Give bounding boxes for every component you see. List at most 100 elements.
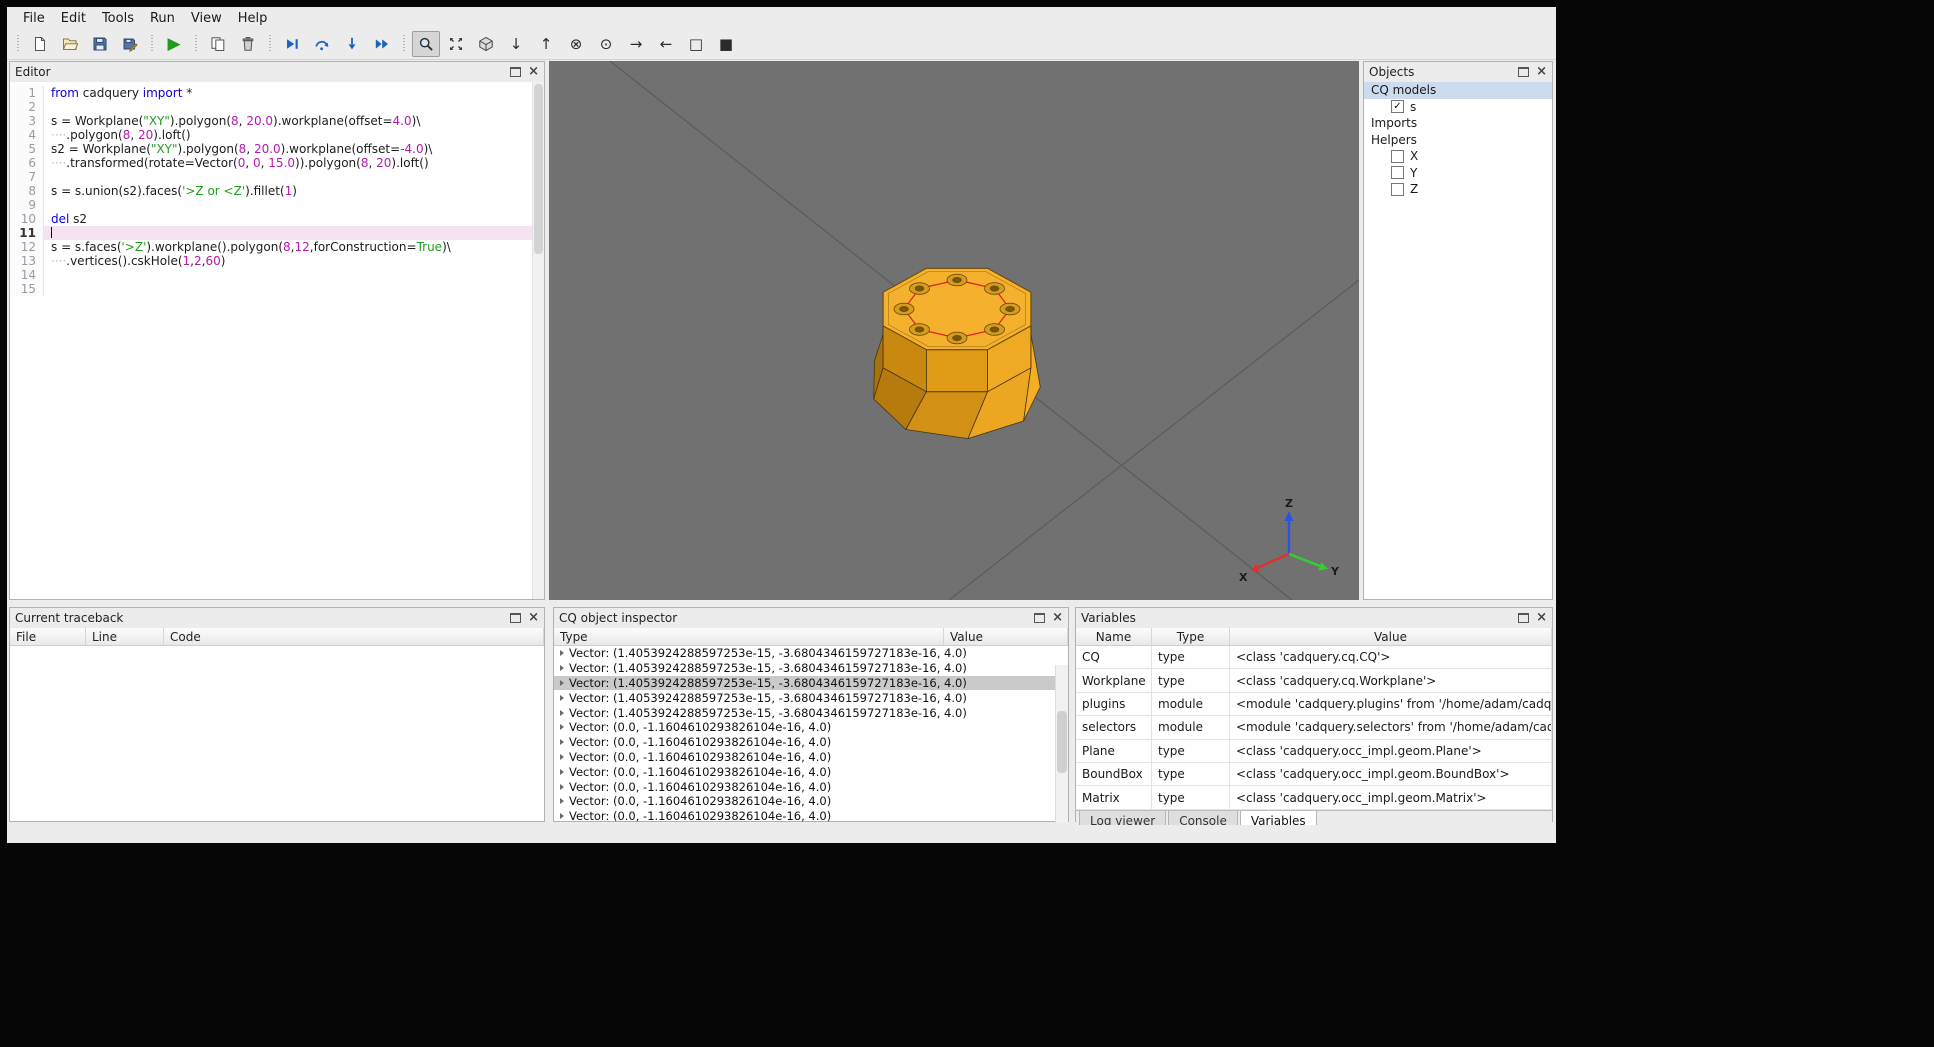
inspector-row[interactable]: Vector: (0.0, -1.1604610293826104e-16, 4…: [554, 809, 1068, 824]
close-icon[interactable]: [1536, 613, 1547, 623]
debug-button[interactable]: [278, 31, 306, 57]
column-header-type[interactable]: Type: [554, 628, 944, 645]
zoom-button[interactable]: [412, 31, 440, 57]
tree-item-y[interactable]: Y: [1364, 165, 1552, 182]
toolbar-handle[interactable]: [268, 35, 272, 53]
toolbar-handle[interactable]: [194, 35, 198, 53]
code-line-3[interactable]: 3 s = Workplane("XY").polygon(8, 20.0).wo…: [10, 114, 544, 128]
close-icon[interactable]: [528, 67, 539, 77]
code-line-2[interactable]: 2: [10, 100, 544, 114]
code-line-11[interactable]: 11: [10, 226, 544, 240]
inspector-row[interactable]: Vector: (0.0, -1.1604610293826104e-16, 4…: [554, 794, 1068, 809]
viewport-3d[interactable]: Z Y X: [549, 60, 1360, 601]
step-over-button[interactable]: [308, 31, 336, 57]
float-icon[interactable]: [1518, 613, 1530, 623]
shaded-view-button[interactable]: □: [682, 31, 710, 57]
column-header-value[interactable]: Value: [944, 628, 1068, 645]
code-line-10[interactable]: 10 del s2: [10, 212, 544, 226]
inspector-scrollbar-thumb[interactable]: [1057, 711, 1067, 773]
editor-scrollbar-thumb[interactable]: [534, 84, 543, 254]
menu-help[interactable]: Help: [230, 9, 276, 28]
variable-row-workplane[interactable]: Workplane type <class 'cadquery.cq.Workpla…: [1076, 669, 1552, 693]
tree-item-s[interactable]: s: [1364, 99, 1552, 116]
code-line-4[interactable]: 4 ····.polygon(8, 20).loft(): [10, 128, 544, 142]
variables-panel-titlebar[interactable]: Variables: [1076, 608, 1552, 628]
expand-arrow-icon[interactable]: [560, 768, 564, 775]
code-line-7[interactable]: 7: [10, 170, 544, 184]
checkbox-z[interactable]: [1391, 182, 1404, 196]
code-line-15[interactable]: 15: [10, 282, 544, 296]
tree-item-z[interactable]: Z: [1364, 181, 1552, 198]
tree-group-imports[interactable]: Imports: [1364, 115, 1552, 132]
front-view-button[interactable]: ⊗: [562, 31, 590, 57]
expand-arrow-icon[interactable]: [560, 753, 564, 760]
code-line-1[interactable]: 1 from cadquery import *: [10, 86, 544, 100]
expand-arrow-icon[interactable]: [560, 694, 564, 701]
inspector-row[interactable]: Vector: (0.0, -1.1604610293826104e-16, 4…: [554, 735, 1068, 750]
viewport-canvas[interactable]: Z Y X: [549, 60, 1360, 601]
close-icon[interactable]: [1536, 67, 1547, 77]
tree-item-x[interactable]: X: [1364, 148, 1552, 165]
close-icon[interactable]: [1052, 613, 1063, 623]
continue-button[interactable]: [368, 31, 396, 57]
column-header-line[interactable]: Line: [86, 628, 164, 645]
tree-group-helpers[interactable]: Helpers: [1364, 132, 1552, 149]
inspector-row[interactable]: Vector: (1.4053924288597253e-15, -3.6804…: [554, 646, 1068, 661]
column-header-type[interactable]: Type: [1152, 628, 1230, 645]
code-editor[interactable]: 1 from cadquery import * 2 3 s = Workplane("…: [10, 82, 544, 599]
float-icon[interactable]: [1518, 67, 1530, 77]
float-icon[interactable]: [510, 613, 522, 623]
variable-row-plane[interactable]: Plane type <class 'cadquery.occ_impl.geom.…: [1076, 739, 1552, 763]
toolbar-handle[interactable]: [402, 35, 406, 53]
variable-row-cq[interactable]: CQ type <class 'cadquery.cq.CQ'>: [1076, 646, 1552, 670]
toolbar-handle[interactable]: [150, 35, 154, 53]
top-view-button[interactable]: ↓: [502, 31, 530, 57]
render-button[interactable]: ▶: [160, 31, 188, 57]
inspector-row[interactable]: Vector: (0.0, -1.1604610293826104e-16, 4…: [554, 779, 1068, 794]
checkbox-s[interactable]: [1391, 100, 1404, 114]
objects-panel-titlebar[interactable]: Objects: [1364, 62, 1552, 82]
expand-arrow-icon[interactable]: [560, 813, 564, 820]
new-file-button[interactable]: [26, 31, 54, 57]
model-s[interactable]: [873, 267, 1041, 439]
expand-arrow-icon[interactable]: [560, 709, 564, 716]
inspector-row[interactable]: Vector: (1.4053924288597253e-15, -3.6804…: [554, 661, 1068, 676]
traceback-panel-titlebar[interactable]: Current traceback: [10, 608, 544, 628]
code-line-6[interactable]: 6 ····.transformed(rotate=Vector(0, 0, 15…: [10, 156, 544, 170]
iso-view-button[interactable]: [472, 31, 500, 57]
right-view-button[interactable]: ←: [652, 31, 680, 57]
expand-arrow-icon[interactable]: [560, 679, 564, 686]
variable-row-selectors[interactable]: selectors module <module 'cadquery.selecto…: [1076, 716, 1552, 740]
menu-file[interactable]: File: [15, 9, 53, 28]
variable-row-plugins[interactable]: plugins module <module 'cadquery.plugins' …: [1076, 692, 1552, 717]
expand-arrow-icon[interactable]: [560, 739, 564, 746]
left-view-button[interactable]: →: [622, 31, 650, 57]
toolbar-handle[interactable]: [16, 35, 20, 53]
inspector-scrollbar[interactable]: [1055, 665, 1068, 823]
inspector-row[interactable]: Vector: (1.4053924288597253e-15, -3.6804…: [554, 690, 1068, 705]
variable-row-boundbox[interactable]: BoundBox type <class 'cadquery.occ_impl.ge…: [1076, 762, 1552, 787]
menu-tools[interactable]: Tools: [94, 9, 142, 28]
delete-button[interactable]: [234, 31, 262, 57]
menu-run[interactable]: Run: [142, 9, 183, 28]
inspector-row[interactable]: Vector: (0.0, -1.1604610293826104e-16, 4…: [554, 750, 1068, 765]
inspector-row[interactable]: Vector: (1.4053924288597253e-15, -3.6804…: [554, 675, 1068, 691]
close-icon[interactable]: [528, 613, 539, 623]
variable-row-matrix[interactable]: Matrix type <class 'cadquery.occ_impl.geom…: [1076, 786, 1552, 810]
expand-arrow-icon[interactable]: [560, 724, 564, 731]
code-line-13[interactable]: 13 ····.vertices().cskHole(1,2,60): [10, 254, 544, 268]
column-header-file[interactable]: File: [10, 628, 86, 645]
expand-arrow-icon[interactable]: [560, 665, 564, 672]
bottom-view-button[interactable]: ↑: [532, 31, 560, 57]
menu-view[interactable]: View: [183, 9, 230, 28]
fit-view-button[interactable]: [442, 31, 470, 57]
code-line-9[interactable]: 9: [10, 198, 544, 212]
code-line-8[interactable]: 8 s = s.union(s2).faces('>Z or <Z').fille…: [10, 184, 544, 198]
code-line-5[interactable]: 5 s2 = Workplane("XY").polygon(8, 20.0).w…: [10, 142, 544, 156]
save-as-button[interactable]: [116, 31, 144, 57]
code-line-12[interactable]: 12 s = s.faces('>Z').workplane().polygon(…: [10, 240, 544, 254]
expand-arrow-icon[interactable]: [560, 783, 564, 790]
code-line-14[interactable]: 14: [10, 268, 544, 282]
editor-scrollbar[interactable]: [532, 82, 544, 599]
float-icon[interactable]: [510, 67, 522, 77]
